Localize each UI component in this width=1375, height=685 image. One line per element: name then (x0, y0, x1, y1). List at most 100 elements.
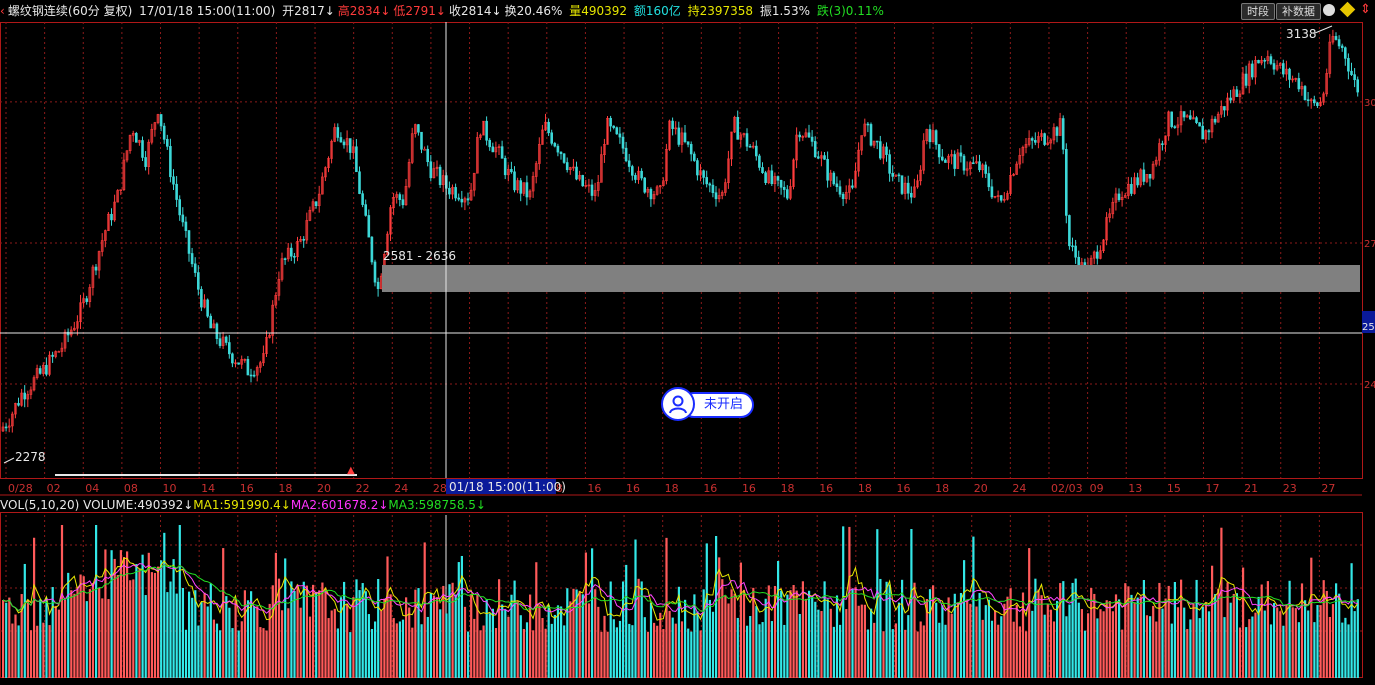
volume-bar (829, 608, 832, 678)
volume-bar (1338, 593, 1341, 678)
volume-bar (172, 559, 175, 678)
volume-bar (166, 592, 169, 678)
candle-body (438, 166, 442, 186)
candle-body (627, 160, 631, 167)
volume-bar (308, 616, 312, 678)
status-badge[interactable]: 未开启 (661, 387, 754, 423)
volume-bar (739, 562, 742, 678)
volume-bar (1149, 616, 1152, 678)
candle-body (370, 236, 374, 263)
candle-body (491, 146, 495, 153)
volume-bar (975, 606, 978, 678)
volume-bar (761, 622, 764, 678)
candle-body (159, 114, 163, 127)
volume-bar (1037, 589, 1040, 678)
volume-bar (423, 542, 426, 678)
volume-bar (907, 615, 910, 678)
candle-body (928, 129, 932, 143)
volume-bar (1325, 590, 1328, 678)
volume-bar (333, 608, 336, 678)
candle-body (835, 183, 839, 187)
candle-body (1161, 143, 1164, 145)
volume-bar (563, 625, 566, 678)
volume-bar (219, 630, 222, 678)
volume-bar (442, 585, 445, 678)
volume-bar (1155, 621, 1158, 678)
volume-bar (755, 606, 758, 678)
volume-bar (203, 592, 206, 678)
candle-body (885, 146, 888, 155)
volume-bar (318, 590, 321, 678)
volume-bar (516, 601, 519, 678)
volume-bar (377, 579, 380, 678)
volume-bar (733, 593, 736, 678)
volume-bar (240, 621, 243, 678)
volume-bar (863, 604, 866, 678)
volume-bar (615, 627, 618, 678)
volume-bar (938, 622, 941, 678)
kline-chart[interactable]: 2427300/28020408101416182022242801/12161… (0, 0, 1375, 685)
candle-body (373, 261, 377, 283)
candle-body (1263, 59, 1266, 62)
volume-bar (584, 552, 587, 678)
volume-bar (656, 625, 659, 678)
time-tick-label: 24 (394, 482, 408, 495)
volume-bar (963, 560, 966, 678)
volume-bar (73, 593, 76, 678)
volume-bar (1012, 621, 1015, 678)
candle-body (1117, 193, 1121, 201)
volume-bar (439, 609, 442, 678)
volume-bar (1083, 630, 1087, 678)
volume-bar (981, 619, 984, 678)
candle-body (745, 133, 749, 147)
candle-body (823, 155, 826, 160)
time-tick-label: 18 (935, 482, 949, 495)
volume-bar (215, 623, 219, 678)
volume-bar (724, 595, 727, 678)
volume-bar (653, 622, 656, 678)
volume-bar (1031, 610, 1034, 678)
time-tick-label: 13 (1128, 482, 1142, 495)
volume-bar (150, 572, 153, 678)
volume-bar (1161, 608, 1164, 678)
volume-bar (1071, 582, 1074, 678)
volume-bar (606, 631, 609, 678)
volume-bar (671, 617, 674, 678)
volume-bar (854, 587, 857, 678)
volume-bar (1028, 548, 1031, 678)
volume-bar (70, 590, 73, 678)
time-tick-label: 17 (1205, 482, 1219, 495)
candle-body (1195, 117, 1198, 123)
volume-bar (786, 594, 789, 678)
volume-bar (789, 590, 792, 678)
candle-body (1306, 99, 1310, 101)
candle-body (209, 315, 212, 329)
candle-body (556, 145, 560, 153)
candle-body (826, 158, 829, 181)
volume-bar (612, 619, 615, 678)
candle-body (1068, 215, 1071, 247)
volume-bar (504, 609, 507, 678)
candle-body (1303, 86, 1307, 100)
candle-body (525, 182, 529, 198)
volume-bar (1108, 601, 1111, 678)
candle-body (503, 158, 507, 176)
volume-bar (494, 628, 498, 678)
candle-body (193, 263, 197, 273)
candle-body (293, 255, 296, 258)
volume-bar (426, 616, 429, 678)
candle-body (671, 120, 674, 129)
candle-body (618, 133, 622, 138)
volume-bar (1248, 619, 1251, 678)
volume-bar (157, 566, 160, 678)
candle-body (1288, 68, 1291, 80)
vol-ma2: MA2:601678.2↓ (290, 498, 389, 512)
candle-body (200, 289, 203, 308)
volume-bar (987, 599, 990, 678)
volume-bar (1018, 626, 1021, 678)
candle-body (510, 169, 513, 173)
candle-body (779, 179, 783, 188)
volume-bar (699, 630, 702, 678)
candle-body (457, 197, 461, 200)
candle-body (959, 152, 963, 157)
